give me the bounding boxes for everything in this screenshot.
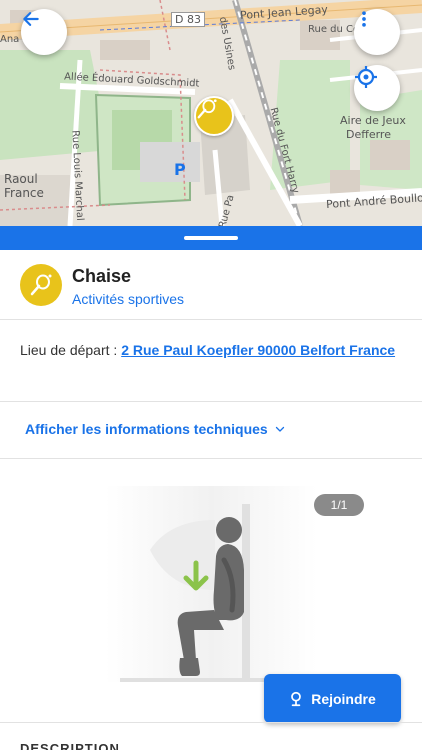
drag-handle[interactable] [184, 236, 238, 240]
poi-category-badge [20, 264, 62, 306]
image-counter: 1/1 [314, 494, 364, 516]
map-view[interactable]: D 83 Pont Jean Legay Rue du Cou Ana des … [0, 0, 422, 226]
map-label-ana: Ana [0, 34, 20, 45]
map-label-defferre: Defferre [346, 128, 391, 141]
description-divider [0, 722, 422, 723]
arrow-left-icon [23, 12, 39, 26]
tech-info-section: Afficher les informations techniques [0, 402, 422, 459]
more-vertical-icon [362, 11, 366, 27]
join-button[interactable]: Rejoindre [264, 674, 401, 723]
bottom-sheet-drag-bar[interactable] [0, 226, 422, 250]
departure-label: Lieu de départ : [20, 342, 122, 358]
tennis-racket-icon [30, 274, 52, 296]
map-label-france: France [4, 186, 44, 200]
chevron-down-icon [275, 426, 284, 432]
crosshair-icon [355, 66, 377, 88]
map-label-d83: D 83 [171, 12, 205, 27]
map-label-aire-de-jeux: Aire de Jeux [340, 114, 406, 127]
back-button[interactable] [21, 9, 67, 55]
menu-button[interactable] [354, 9, 400, 55]
description-heading: DESCRIPTION [20, 741, 120, 750]
locate-button[interactable] [354, 65, 400, 111]
location-pin-icon [291, 691, 302, 706]
tennis-racket-icon [197, 99, 217, 119]
tech-info-label: Afficher les informations techniques [25, 421, 268, 437]
departure-section: Lieu de départ : 2 Rue Paul Koepfler 900… [0, 320, 422, 402]
poi-header: Chaise Activités sportives [0, 250, 422, 320]
map-parking-label: P [174, 160, 186, 179]
map-label-raoul: Raoul [4, 172, 38, 186]
show-tech-info-toggle[interactable]: Afficher les informations techniques [25, 421, 286, 437]
departure-address-link[interactable]: 2 Rue Paul Koepfler 90000 Belfort France [121, 342, 395, 358]
poi-category: Activités sportives [72, 291, 185, 307]
poi-map-marker[interactable] [194, 96, 234, 136]
join-label: Rejoindre [311, 690, 376, 707]
poi-title: Chaise [72, 266, 132, 286]
